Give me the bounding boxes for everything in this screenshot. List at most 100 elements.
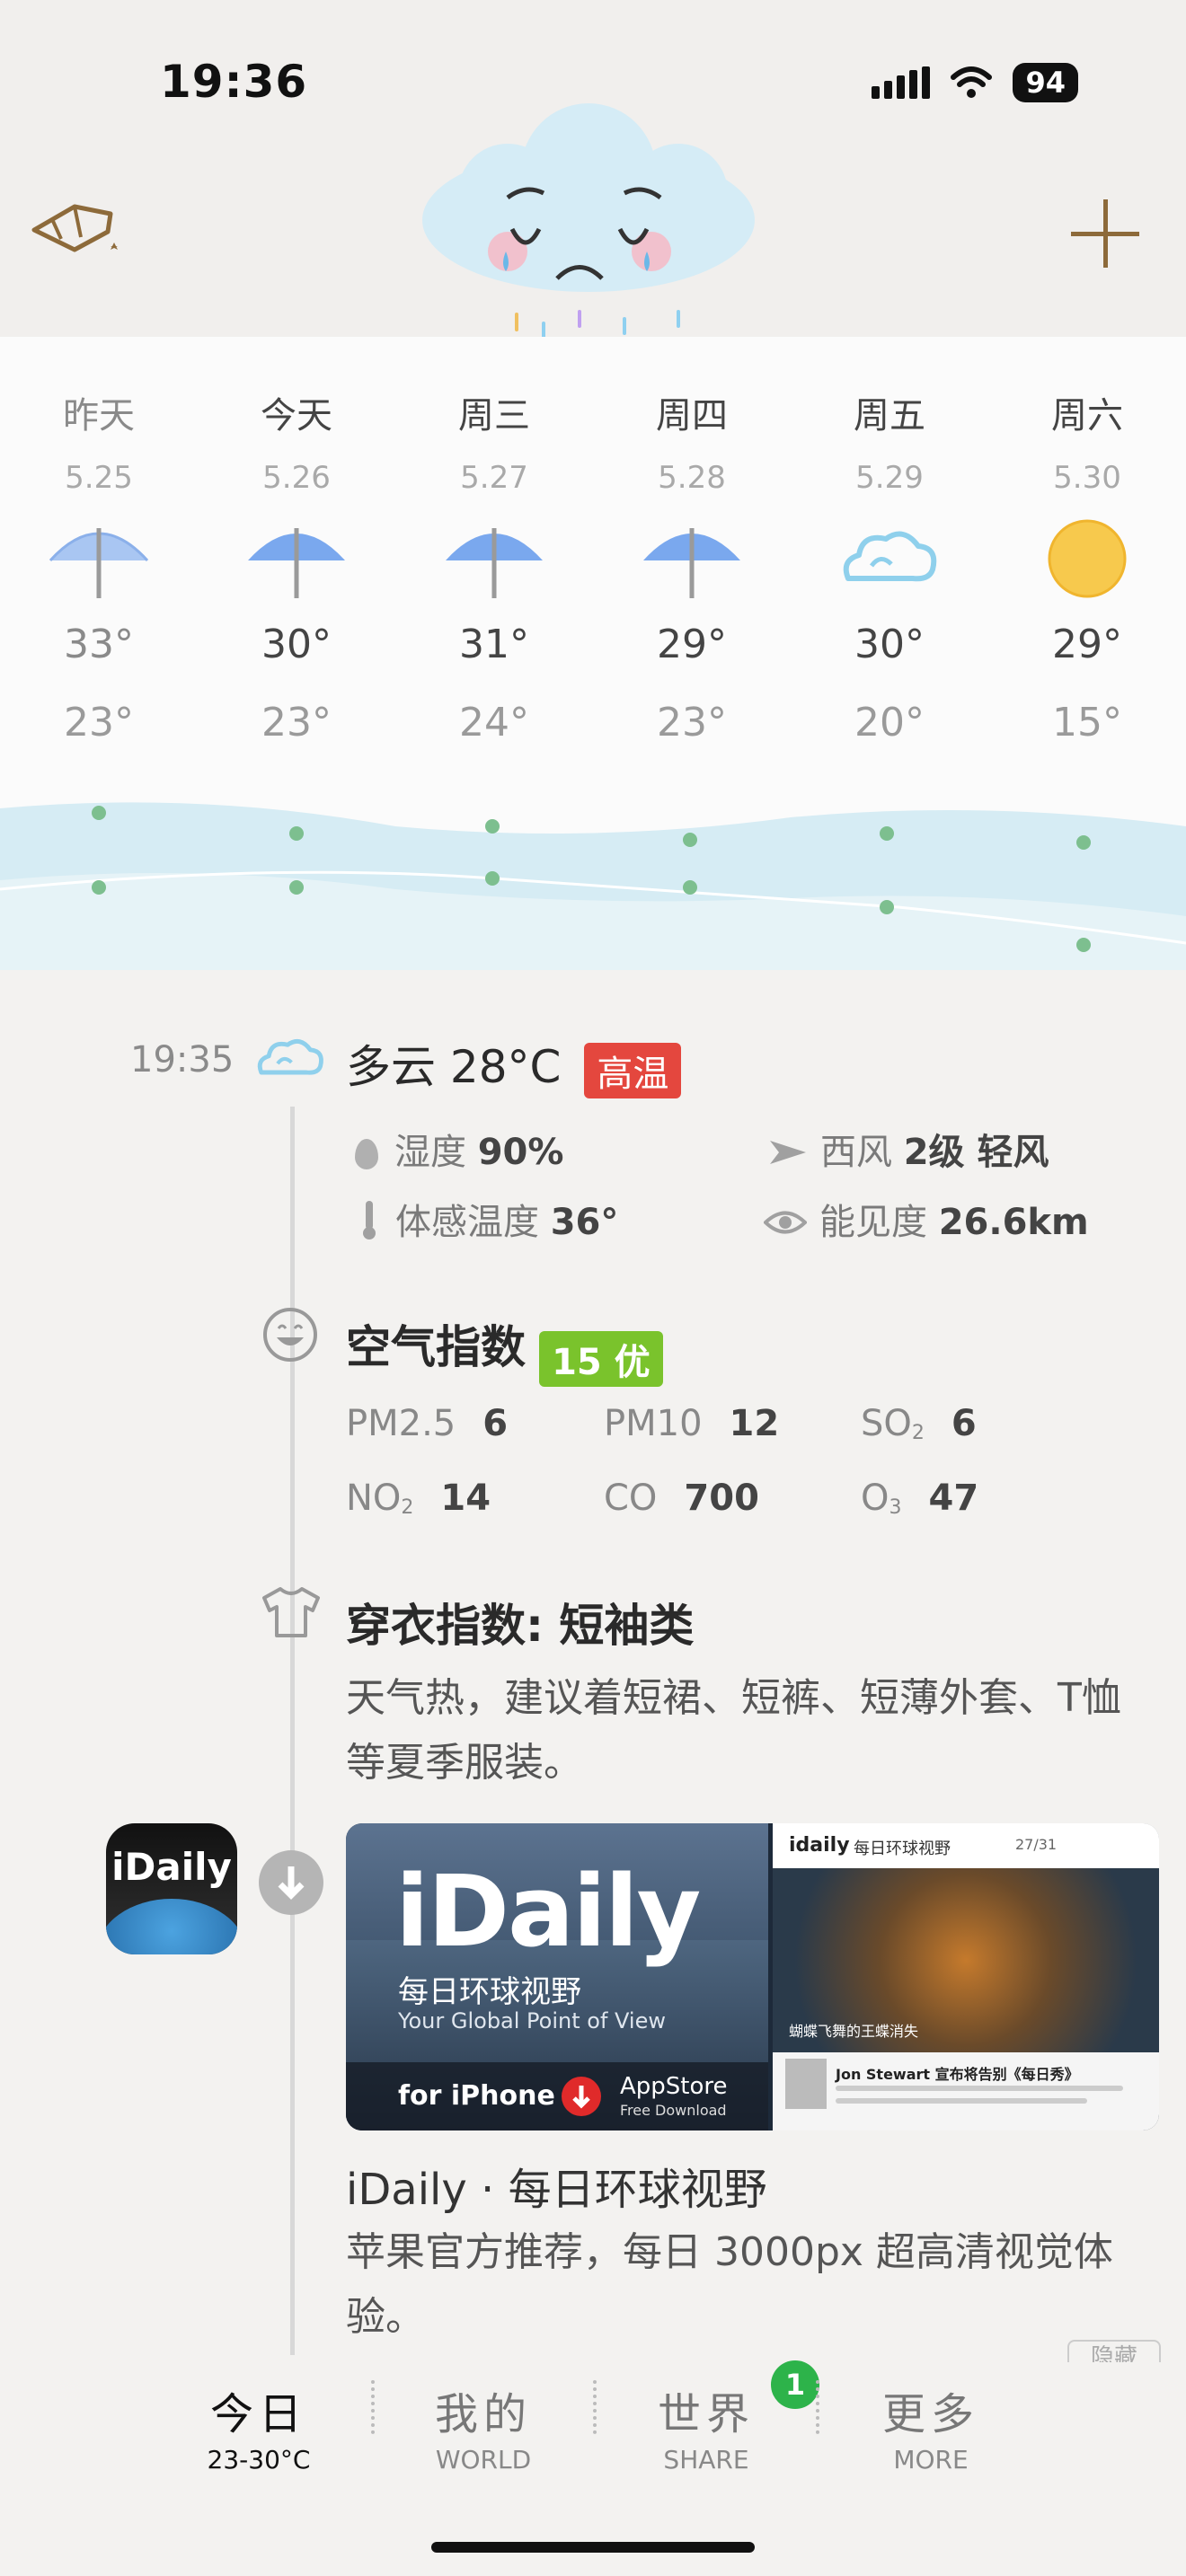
nav-divider — [816, 2380, 823, 2434]
clothing-text: 天气热，建议着短裙、短裤、短薄外套、T恤等夏季服装。 — [346, 1675, 1121, 1786]
home-indicator — [431, 2542, 755, 2553]
aqi-item: PM2.5 6 — [346, 1403, 508, 1444]
butterfly-photo: 蝴蝶飞舞的王蝶消失 — [773, 1868, 1159, 2052]
nav-world[interactable]: 世界 SHARE — [643, 2378, 769, 2475]
add-city-button[interactable] — [1071, 199, 1139, 268]
notification-badge: 1 — [771, 2360, 819, 2409]
aqi-value: 6 — [482, 1403, 509, 1444]
aqi-sub: 3 — [889, 1496, 902, 1520]
nav-label: 世界 — [657, 2389, 755, 2439]
nav-more[interactable]: 更多 MORE — [868, 2378, 994, 2475]
nav-today[interactable]: 今日 23-30°C — [196, 2378, 322, 2475]
banner-footer: for iPhone AppStore Free Download — [346, 2062, 768, 2130]
wifi-icon — [951, 66, 993, 98]
idaily-app-icon[interactable]: iDaily — [106, 1823, 237, 1954]
day-high: 33° — [64, 622, 134, 667]
humidity-label: 湿度 — [394, 1132, 466, 1173]
download-icon[interactable] — [259, 1850, 323, 1915]
nav-mine[interactable]: 我的 WORLD — [420, 2378, 546, 2475]
aqi-value: 47 — [928, 1478, 979, 1519]
day-high: 29° — [1052, 622, 1122, 667]
aqi-label: NO — [346, 1478, 402, 1519]
umbrella-icon — [248, 528, 345, 598]
forecast-day[interactable]: 今天 5.26 30° 23° — [225, 386, 368, 745]
day-low: 23° — [657, 700, 727, 745]
aqi-sub: 2 — [401, 1496, 414, 1520]
status-icons: 94 — [872, 63, 1078, 102]
aqi-value: 14 — [440, 1478, 491, 1519]
aqi-item: CO 700 — [604, 1478, 759, 1519]
day-high: 30° — [854, 622, 925, 667]
aqi-item: SO2 6 — [861, 1403, 977, 1444]
forecast-day[interactable]: 周五 5.29 30° 20° — [818, 386, 961, 745]
clothing-title: 穿衣指数: 短袖类 — [346, 1600, 695, 1652]
banner-store-sub: Free Download — [620, 2102, 727, 2119]
news-line — [836, 2086, 1123, 2091]
wind-value: 2级 轻风 — [903, 1132, 1049, 1173]
screen-brand: idaily — [789, 1834, 850, 1857]
day-date: 5.27 — [460, 460, 528, 496]
nav-label: 更多 — [881, 2389, 979, 2439]
aqi-value: 12 — [729, 1403, 780, 1444]
aqi-label: O — [861, 1478, 890, 1519]
ad-title[interactable]: iDaily · 每日环球视野 — [346, 2154, 767, 2217]
day-low: 23° — [261, 700, 332, 745]
feels-value: 36° — [550, 1202, 619, 1243]
forecast-day[interactable]: 周三 5.27 31° 24° — [422, 386, 566, 745]
wind-arrow-icon — [768, 1134, 808, 1175]
nav-sub: 23-30°C — [207, 2445, 311, 2475]
visibility-row: 能见度 26.6km — [763, 1193, 1089, 1245]
screen-header-bar: idaily 每日环球视野 27/31 — [773, 1823, 1159, 1869]
thermometer-icon — [359, 1199, 379, 1249]
ad-desc: 苹果官方推荐，每日 3000px 超高清视觉体验。 — [346, 2229, 1113, 2340]
umbrella-icon — [49, 528, 149, 598]
current-condition: 多云 28°C 高温 — [346, 1031, 682, 1098]
day-date: 5.30 — [1053, 460, 1121, 496]
feels-row: 体感温度 36° — [359, 1193, 618, 1249]
news-line — [836, 2098, 1087, 2104]
day-name: 今天 — [261, 395, 332, 437]
app-icon-text: iDaily — [111, 1845, 232, 1889]
aqi-badge: 15 优 — [539, 1330, 663, 1387]
smile-icon — [263, 1308, 317, 1362]
wind-row: 西风 2级 轻风 — [768, 1123, 1049, 1175]
air-title: 空气指数 — [346, 1321, 526, 1373]
forecast-day[interactable]: 周四 5.28 29° 23° — [620, 386, 764, 745]
forecast-day[interactable]: 周六 5.30 29° 15° — [1015, 386, 1159, 745]
nav-label: 今日 — [209, 2389, 307, 2439]
aqi-item: PM10 12 — [604, 1403, 779, 1444]
nav-sub: SHARE — [663, 2445, 749, 2475]
banner-left: iDaily 每日环球视野 Your Global Point of View … — [346, 1823, 768, 2130]
screen-header: 每日环球视野 — [854, 1839, 951, 1858]
sun-icon — [1048, 519, 1127, 598]
day-low: 24° — [459, 700, 529, 745]
cloud-icon — [257, 1038, 323, 1075]
aqi-label: PM2.5 — [346, 1403, 456, 1444]
ad-banner[interactable]: iDaily 每日环球视野 Your Global Point of View … — [346, 1823, 1159, 2130]
forecast-day[interactable]: 昨天 5.25 33° 23° — [27, 386, 171, 745]
shuttle-icon[interactable] — [25, 187, 124, 268]
signal-icon — [872, 66, 931, 99]
visibility-label: 能见度 — [819, 1202, 927, 1243]
visibility-value: 26.6km — [938, 1202, 1089, 1243]
banner-platform: for iPhone — [398, 2080, 555, 2112]
day-name: 昨天 — [63, 395, 135, 437]
aqi-item: O3 47 — [861, 1478, 978, 1519]
day-high: 30° — [261, 622, 332, 667]
day-high: 29° — [657, 622, 727, 667]
forecast-row: 昨天 5.25 33° 23° 今天 5.26 30° 23° 周三 5.27 … — [27, 386, 1159, 745]
news-avatar — [785, 2059, 827, 2109]
aqi-sub: 2 — [911, 1422, 925, 1445]
condition-text: 多云 28°C — [346, 1041, 562, 1093]
nav-sub: WORLD — [435, 2445, 532, 2475]
cloud-icon — [843, 531, 937, 582]
banner-title: iDaily — [395, 1854, 701, 1969]
nav-divider — [371, 2380, 378, 2434]
hide-ad-button[interactable]: 隐藏 — [1067, 2340, 1161, 2363]
screen-page: 27/31 — [1015, 1836, 1058, 1853]
aqi-value: 6 — [951, 1403, 977, 1444]
aqi-label: CO — [604, 1478, 658, 1519]
banner-store: AppStore — [620, 2073, 728, 2100]
day-date: 5.26 — [262, 460, 331, 496]
humidity-row: 湿度 90% — [355, 1123, 563, 1175]
